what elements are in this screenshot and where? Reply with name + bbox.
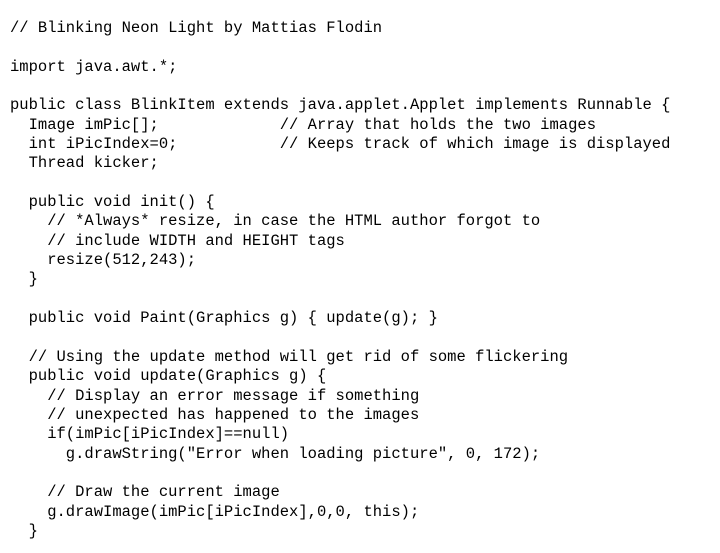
code-line: g.drawString("Error when loading picture… [10,444,541,463]
code-line: } [10,270,38,289]
code-line: // Display an error message if something [10,386,420,405]
code-line: // Draw the current image [10,483,280,502]
code-line: g.drawImage(imPic[iPicIndex],0,0, this); [10,502,420,521]
code-line: if(imPic[iPicIndex]==null) [10,425,290,444]
code-line: public void Paint(Graphics g) { update(g… [10,309,438,328]
code-line: // Blinking Neon Light by Mattias Flodin [10,19,383,37]
code-line: public class BlinkItem extends java.appl… [10,96,671,115]
code-line: import java.awt.*; [10,57,178,76]
code-line: resize(512,243); [10,251,197,270]
code-listing: // Blinking Neon Light by Mattias Flodin… [0,13,720,553]
code-line: // Using the update method will get rid … [10,347,569,366]
code-line: // *Always* resize, in case the HTML aut… [10,212,541,231]
code-line: } [10,521,38,540]
code-line: public void update(Graphics g) { [10,367,327,386]
code-line: // unexpected has happened to the images [10,405,420,424]
code-line: Thread kicker; [10,154,159,173]
code-line: Image imPic[]; // Array that holds the t… [10,115,596,134]
code-line: public void init() { [10,193,215,212]
code-line: int iPicIndex=0; // Keeps track of which… [10,135,671,154]
code-line: // include WIDTH and HEIGHT tags [10,231,345,250]
